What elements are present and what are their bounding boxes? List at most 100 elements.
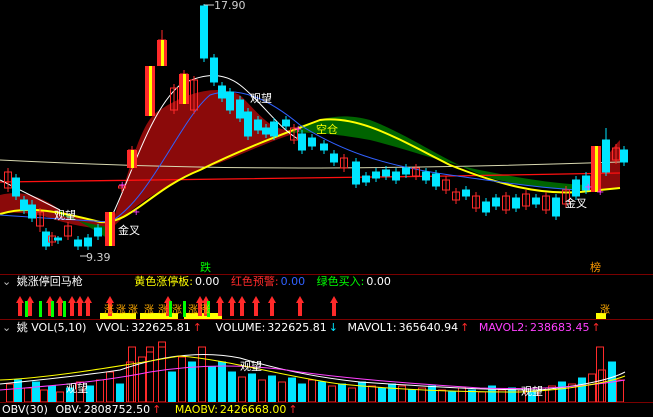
candle-body [572,179,580,197]
red-arrow-icon [84,296,92,303]
volume-bar [106,371,114,402]
volume-annotation-watch-3: 观望 [521,385,543,398]
candle-body [512,197,520,209]
candle-body [270,121,278,137]
volume-bar [168,371,176,402]
red-warning-bar [218,302,222,316]
candle-body [372,171,380,179]
volume-bar [40,389,48,402]
red-arrow-icon [252,296,260,303]
red-warning-bar [58,302,62,316]
volume-bar [208,366,216,402]
candle-body [54,237,62,241]
red-warning-bar [230,302,234,316]
maobv-label: MAOBV: [174,403,218,416]
volume-bar [238,376,246,402]
red-arrow-icon [330,296,338,303]
yellow-ma-line [0,118,621,224]
obv-value: 2808752.50 [83,403,151,416]
candle-body [84,237,92,247]
red-arrow-icon [268,296,276,303]
red-warning-bar [28,302,32,316]
high-price-label: 17.90 [214,0,246,12]
maobv-arrow-icon: ↑ [288,403,298,416]
red-arrow-icon [216,296,224,303]
volume-bar [448,391,456,402]
volume-bar [56,391,64,402]
green-buy-bar [25,301,28,317]
volume-bar [268,375,276,402]
long-ma-line [0,159,621,169]
indicator1-chart[interactable]: 涨涨涨涨涨涨涨涨涨 [0,275,653,319]
kline-panel[interactable]: + + + + + 17.90 9.39 观望 观望 金叉 金叉 空仓 跌 榜 [0,0,653,274]
annotation-golden-cross-2: 金叉 [565,197,587,210]
mavol1-arrow-icon: ↑ [460,321,470,334]
green-buy-bar [183,301,186,317]
green-buy-bar [63,301,66,317]
volume-bar [408,389,416,402]
candle-body [462,189,470,197]
collapse-arrow-icon-2[interactable]: ⌄ [0,321,11,334]
signal-tag-label: 涨 [104,304,114,316]
marker-plus-icon: + [132,207,140,218]
candle-body [422,171,430,181]
candle-body [352,161,360,185]
volume-bar [616,379,624,402]
volume-header: ⌄ 姚 VOL(5,10) VVOL: 322625.81 ↑ VOLUME: 322… [0,321,603,335]
marker-plus-icon: + [596,187,604,198]
marker-plus-icon: + [294,124,302,135]
volume-bar [228,371,236,402]
signal-tag-label: 涨 [172,304,182,316]
volume-bar [338,383,346,402]
volume-title[interactable]: 姚 VOL(5,10) [17,321,87,334]
volume-bar [6,383,14,402]
obv-arrow-icon: ↑ [152,403,162,416]
red-arrow-icon [228,296,236,303]
volume-panel[interactable]: ⌄ 姚 VOL(5,10) VVOL: 322625.81 ↑ VOLUME: 322… [0,320,653,402]
red-warning-bar [298,302,302,316]
volume-bar [598,369,606,402]
volume-bar [48,385,56,402]
volume-bar [178,356,186,402]
obv-title[interactable]: OBV(30) [0,403,48,416]
volume-bar [378,387,386,402]
kline-chart[interactable]: + + + + + [0,0,653,274]
signal-tag-label: 涨 [116,304,126,316]
mavol2-label: MAVOL2: [478,321,528,334]
volume-bar [428,385,436,402]
volume-bar-tall [596,346,604,402]
volume-bar [126,361,134,402]
candle-body [602,139,610,173]
candle-body [94,227,102,237]
red-arrow-icon [238,296,246,303]
mavol1-label: MAVOL1: [347,321,397,334]
volume-bar [116,383,124,402]
candle-body [320,143,328,151]
candle-body [362,175,370,183]
maobv-value: 2426668.00 [219,403,287,416]
candle-body [254,119,262,131]
red-warning-bar [240,302,244,316]
volume-bar-tall [146,346,154,402]
red-arrow-icon [106,296,114,303]
candle-body [244,111,252,137]
red-warning-bar [270,302,274,316]
candle-body [392,171,400,181]
limit-up-stripe [149,66,152,116]
candle-body [28,204,36,219]
volume-bar [478,391,486,402]
candle-body [20,199,28,211]
volume-bar [218,361,226,402]
candle-body [492,197,500,207]
red-arrow-icon [296,296,304,303]
annotation-golden-cross-1: 金叉 [118,224,140,237]
mavol1-value: 365640.94 [398,321,459,334]
obv-panel[interactable]: OBV(30) OBV: 2808752.50 ↑ MAOBV: 2426668.00… [0,403,653,417]
vvol-value: 322625.81 [131,321,191,334]
volume-bar [158,341,166,402]
obv-header: OBV(30) OBV: 2808752.50 ↑ MAOBV: 2426668.00… [0,403,300,417]
red-warning-bar [78,302,82,316]
candle-body [382,169,390,177]
indicator1-panel[interactable]: ⌄ 姚涨停回马枪 黄色涨停板: 0.00 红色预警: 0.00 绿色买入: 0.00 … [0,275,653,319]
candle-body [236,99,244,119]
